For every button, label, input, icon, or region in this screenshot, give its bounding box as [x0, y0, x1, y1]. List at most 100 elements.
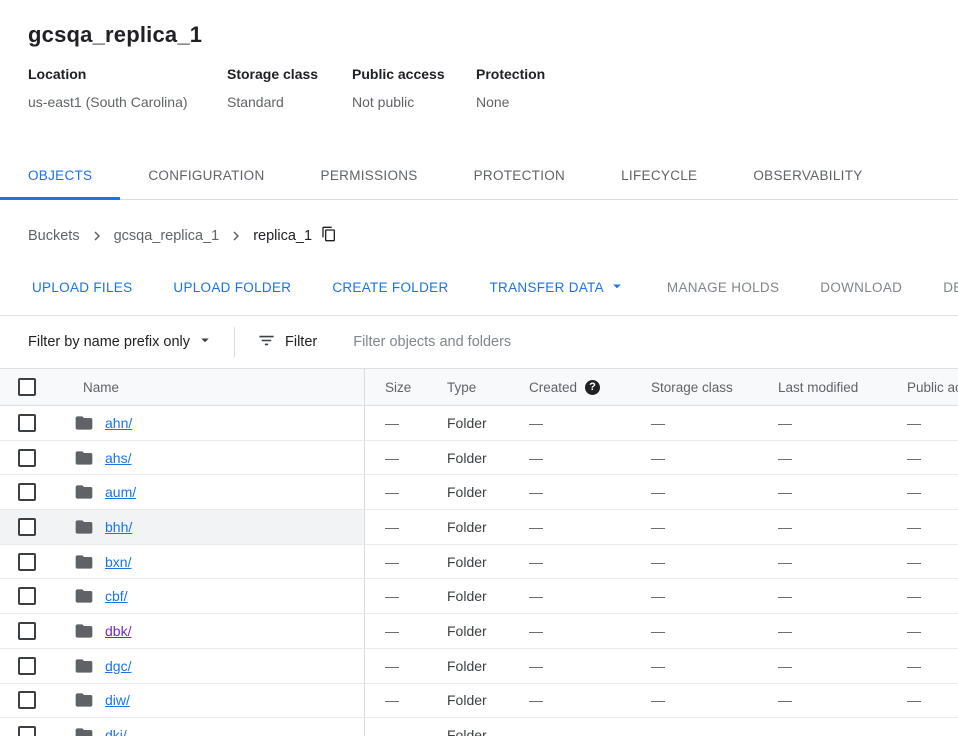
cell-type: Folder — [427, 545, 509, 579]
row-checkbox[interactable] — [18, 553, 36, 571]
cell-size: — — [365, 614, 427, 648]
cell-public-access: — — [887, 441, 958, 475]
table-row: ahn/ — Folder — — — — — [0, 406, 958, 441]
meta-value-public-access: Not public — [352, 94, 476, 110]
bucket-tabs: OBJECTS CONFIGURATION PERMISSIONS PROTEC… — [0, 154, 958, 200]
upload-files-button[interactable]: UPLOAD FILES — [22, 274, 142, 301]
row-checkbox[interactable] — [18, 691, 36, 709]
cell-public-access: — — [887, 475, 958, 509]
tab-configuration[interactable]: CONFIGURATION — [120, 154, 292, 199]
cell-created: — — [509, 684, 631, 718]
select-all-checkbox[interactable] — [18, 378, 36, 396]
row-checkbox[interactable] — [18, 657, 36, 675]
arrow-drop-down-icon — [604, 277, 626, 298]
cell-last-modified: — — [758, 441, 887, 475]
row-checkbox[interactable] — [18, 449, 36, 467]
tab-permissions[interactable]: PERMISSIONS — [293, 154, 446, 199]
breadcrumb-bucket-name[interactable]: gcsqa_replica_1 — [114, 228, 220, 244]
folder-link[interactable]: dki/ — [105, 727, 127, 736]
objects-table-body: ahn/ — Folder — — — — ahs/ — Folder — — … — [0, 406, 958, 736]
row-checkbox[interactable] — [18, 518, 36, 536]
tab-lifecycle[interactable]: LIFECYCLE — [593, 154, 725, 199]
column-header-size: Size — [365, 369, 427, 405]
row-checkbox[interactable] — [18, 622, 36, 640]
filter-list-icon — [257, 331, 285, 354]
cell-storage-class: — — [631, 614, 758, 648]
chevron-right-icon — [88, 227, 106, 245]
filter-scope-dropdown[interactable]: Filter by name prefix only — [28, 331, 214, 353]
cell-last-modified: — — [758, 579, 887, 613]
folder-link[interactable]: aum/ — [105, 484, 136, 500]
cell-last-modified: — — [758, 545, 887, 579]
cell-created: — — [509, 510, 631, 544]
upload-folder-button[interactable]: UPLOAD FOLDER — [163, 274, 301, 301]
row-checkbox[interactable] — [18, 587, 36, 605]
row-checkbox[interactable] — [18, 414, 36, 432]
cell-type: Folder — [427, 718, 509, 736]
created-help-icon[interactable]: ? — [585, 380, 600, 395]
column-header-created: Created ? — [509, 369, 631, 405]
cell-created: — — [509, 475, 631, 509]
delete-button[interactable]: DELETE — [933, 274, 958, 301]
row-checkbox[interactable] — [18, 483, 36, 501]
folder-link[interactable]: diw/ — [105, 692, 130, 708]
cell-storage-class: — — [631, 718, 758, 736]
cell-storage-class: — — [631, 684, 758, 718]
table-row: dbk/ — Folder — — — — — [0, 614, 958, 649]
row-checkbox[interactable] — [18, 726, 36, 736]
cell-created: — — [509, 614, 631, 648]
folder-link[interactable]: bxn/ — [105, 554, 131, 570]
arrow-drop-down-icon — [190, 331, 214, 353]
filter-scope-label: Filter by name prefix only — [28, 334, 190, 350]
cell-public-access: — — [887, 406, 958, 440]
divider — [234, 327, 235, 357]
transfer-data-button[interactable]: TRANSFER DATA — [480, 271, 636, 304]
cell-created: — — [509, 441, 631, 475]
filter-objects-input[interactable] — [353, 334, 958, 350]
column-header-last-modified: Last modified — [758, 369, 887, 405]
cell-created: — — [509, 406, 631, 440]
folder-link[interactable]: dgc/ — [105, 658, 131, 674]
cell-storage-class: — — [631, 649, 758, 683]
cell-type: Folder — [427, 649, 509, 683]
meta-label-public-access: Public access — [352, 66, 476, 82]
tab-objects[interactable]: OBJECTS — [0, 154, 120, 199]
cell-type: Folder — [427, 579, 509, 613]
folder-icon — [74, 656, 94, 676]
table-row: diw/ — Folder — — — — — [0, 684, 958, 719]
cell-type: Folder — [427, 510, 509, 544]
cell-type: Folder — [427, 684, 509, 718]
cell-public-access: — — [887, 510, 958, 544]
folder-link[interactable]: cbf/ — [105, 588, 128, 604]
folder-link[interactable]: ahn/ — [105, 415, 132, 431]
table-row: aum/ — Folder — — — — — [0, 475, 958, 510]
folder-link[interactable]: ahs/ — [105, 450, 131, 466]
bucket-metadata: Location us-east1 (South Carolina) Stora… — [28, 66, 958, 110]
copy-path-button[interactable] — [321, 226, 337, 246]
folder-link[interactable]: bhh/ — [105, 519, 132, 535]
cell-type: Folder — [427, 441, 509, 475]
create-folder-button[interactable]: CREATE FOLDER — [322, 274, 458, 301]
cell-last-modified: — — [758, 475, 887, 509]
meta-label-protection: Protection — [476, 66, 545, 82]
filter-button[interactable]: Filter — [257, 331, 317, 354]
cell-last-modified: — — [758, 718, 887, 736]
tab-observability[interactable]: OBSERVABILITY — [725, 154, 890, 199]
cell-size: — — [365, 684, 427, 718]
download-button[interactable]: DOWNLOAD — [810, 274, 912, 301]
cell-size: — — [365, 718, 427, 736]
column-header-created-label: Created — [529, 380, 577, 395]
meta-value-storage-class: Standard — [227, 94, 352, 110]
tab-protection[interactable]: PROTECTION — [446, 154, 594, 199]
cell-created: — — [509, 579, 631, 613]
folder-link[interactable]: dbk/ — [105, 623, 131, 639]
cell-public-access: — — [887, 614, 958, 648]
meta-label-location: Location — [28, 66, 227, 82]
cell-last-modified: — — [758, 684, 887, 718]
breadcrumb-buckets[interactable]: Buckets — [28, 228, 80, 244]
folder-icon — [74, 725, 94, 736]
manage-holds-button[interactable]: MANAGE HOLDS — [657, 274, 789, 301]
cell-size: — — [365, 441, 427, 475]
cell-storage-class: — — [631, 406, 758, 440]
content-copy-icon — [321, 226, 337, 246]
